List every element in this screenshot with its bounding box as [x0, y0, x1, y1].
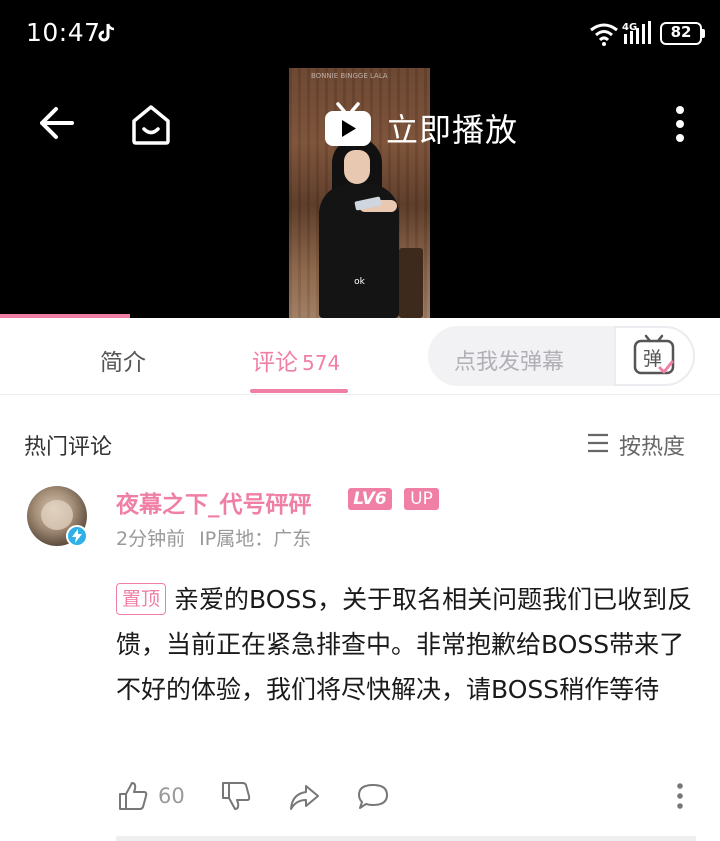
danmu-button[interactable]: 弹: [614, 326, 695, 386]
back-icon[interactable]: [36, 103, 76, 143]
video-subtitle: ok: [354, 277, 365, 287]
verified-badge: [66, 525, 88, 547]
comment-more-icon[interactable]: [668, 780, 692, 812]
danmu-input[interactable]: 点我发弹幕 弹: [428, 326, 695, 386]
play-now-button[interactable]: 立即播放: [386, 105, 518, 151]
video-person-face: [344, 150, 370, 184]
sort-icon[interactable]: [586, 432, 610, 454]
danmu-icon: 弹: [633, 334, 675, 375]
level-badge: LV6: [348, 488, 392, 510]
reply-icon[interactable]: [356, 781, 390, 813]
danmu-icon-char: 弹: [643, 348, 662, 370]
tiktok-icon: [98, 23, 115, 42]
bolt-icon: [72, 529, 82, 543]
like-count: 60: [158, 784, 185, 808]
more-icon[interactable]: [664, 103, 696, 145]
next-item-edge: [116, 836, 696, 841]
network-label: 4G: [622, 22, 637, 33]
comment-text: 亲爱的BOSS，关于取名相关问题我们已收到反馈，当前正在紧急排查中。非常抱歉给B…: [116, 585, 693, 704]
tabs-bar: 简介 评论 574 点我发弹幕 弹: [0, 318, 720, 395]
home-icon[interactable]: [128, 101, 174, 147]
tab-comments-label: 评论: [252, 350, 298, 376]
pinned-tag: 置顶: [116, 583, 167, 615]
tab-intro[interactable]: 简介: [100, 343, 146, 377]
status-bar: 10:47 4G 82: [0, 0, 720, 68]
video-brand-text: BONNIE BINGGE LALA: [311, 72, 388, 80]
avatar-face: [41, 500, 73, 530]
comment-body: 置顶 亲爱的BOSS，关于取名相关问题我们已收到反馈，当前正在紧急排查中。非常抱歉…: [116, 577, 696, 712]
tab-comments[interactable]: 评论 574: [252, 343, 340, 377]
tab-comments-count: 574: [302, 351, 341, 375]
comment-ip: IP属地：广东: [199, 528, 312, 550]
tab-active-indicator: [250, 389, 348, 393]
dislike-icon[interactable]: [220, 780, 252, 812]
wifi-icon: [590, 23, 618, 46]
danmu-placeholder: 点我发弹幕: [454, 350, 565, 375]
battery-level: 82: [670, 23, 692, 41]
tv-play-icon[interactable]: [323, 102, 373, 148]
sort-button[interactable]: 按热度: [619, 429, 685, 461]
comment-time: 2分钟前: [116, 528, 186, 550]
section-title: 热门评论: [24, 435, 113, 460]
share-icon[interactable]: [288, 781, 320, 813]
username[interactable]: 夜幕之下_代号砰砰: [116, 485, 312, 519]
status-time: 10:47: [26, 18, 101, 47]
comment-meta: 2分钟前 IP属地：广东: [116, 524, 319, 551]
up-badge: UP: [404, 488, 439, 510]
signal-icon: 4G: [622, 21, 651, 44]
like-icon[interactable]: [117, 780, 149, 812]
battery-cap: [702, 29, 705, 38]
